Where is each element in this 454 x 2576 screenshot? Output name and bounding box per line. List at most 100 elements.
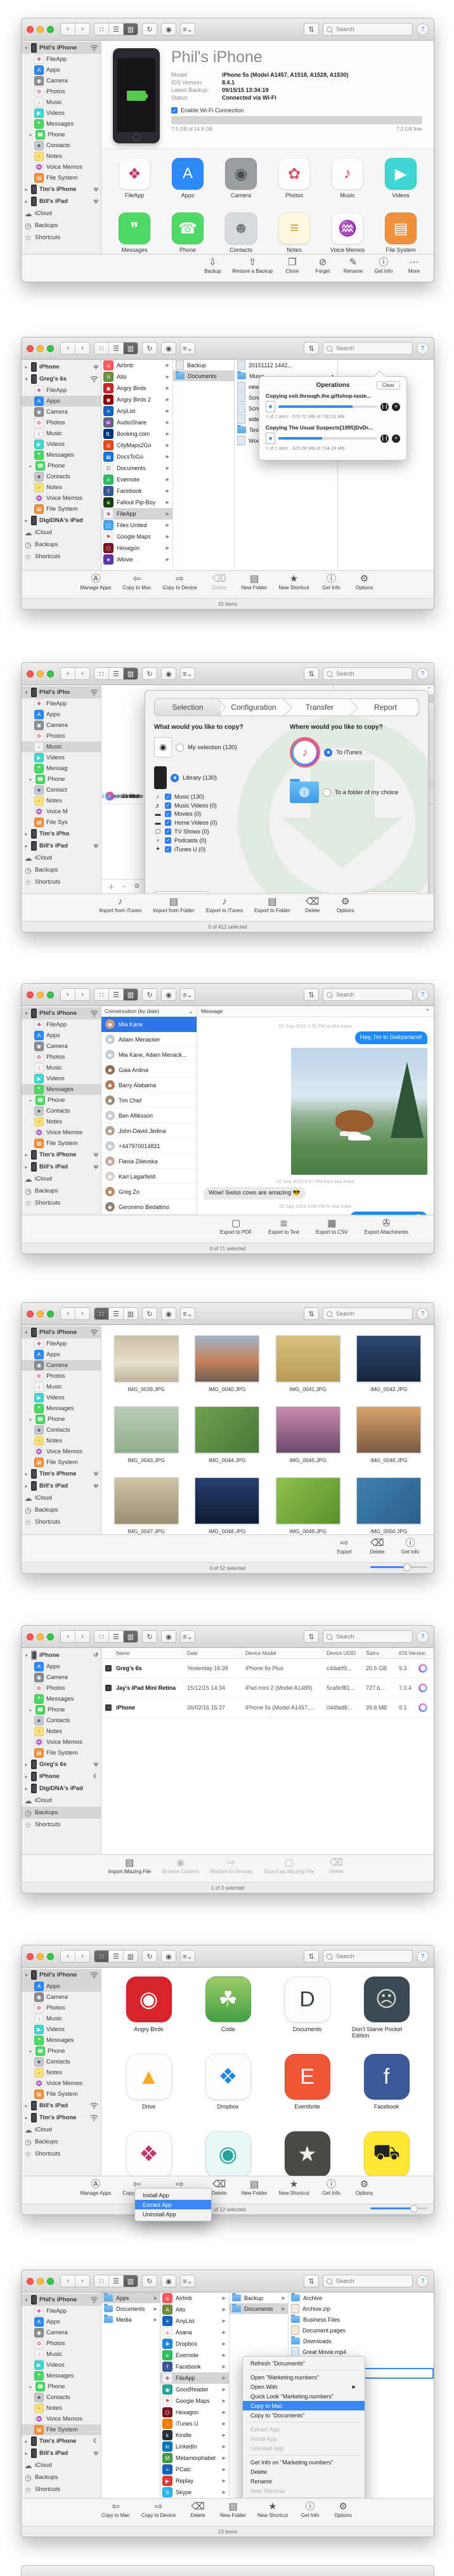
file-row[interactable]: Documents [173, 370, 234, 381]
sidebar-item[interactable]: ☁ iCloud [22, 1173, 101, 1185]
app-grid-tile[interactable]: E Eventbrite [268, 2049, 347, 2126]
sidebar-item[interactable]: ❞ Messages [22, 119, 101, 129]
disclosure-icon[interactable]: ▸ [29, 777, 33, 782]
refresh-button[interactable]: ↻ [143, 23, 157, 35]
help-button[interactable]: ? [417, 23, 429, 36]
search-field[interactable] [323, 23, 413, 36]
photo-cell[interactable]: IMG_0039.JPG [110, 1331, 183, 1402]
app-grid-tile[interactable]: ⛟ Transmit [347, 2126, 426, 2176]
app-grid-tile[interactable]: ❖ Dropbox [188, 2049, 268, 2126]
cancel-button[interactable]: Cancel [154, 891, 209, 893]
sidebar-item[interactable]: ☆ Shortcuts [22, 2148, 101, 2160]
photo-thumbnail[interactable] [114, 1335, 179, 1382]
app-grid-tile[interactable]: ◉ GoodReader [188, 2126, 268, 2176]
sidebar-item[interactable]: ▾ Phil's iPhone [22, 42, 101, 54]
sidebar-item[interactable]: ✿ Photos [22, 1371, 101, 1382]
app-grid-tile[interactable]: ☹ Don't Starve Pocket Edition [347, 1971, 426, 2049]
sidebar-item[interactable]: ▸ Bill's iPad Ψ [22, 840, 101, 852]
minimize-button[interactable] [37, 1633, 44, 1640]
sidebar-item[interactable]: ☻ Contacts [22, 1106, 101, 1116]
wifi-checkbox-row[interactable]: ✓ Enable Wi-Fi Connection [171, 107, 422, 114]
operations-button[interactable]: ⇅ [304, 23, 318, 35]
sidebar-item[interactable]: ▸ Bill's iPad Ψ [22, 1480, 101, 1492]
action-menu-button[interactable]: ≡⌄ [181, 1951, 195, 1962]
app-row[interactable]: ◉ Angry Birds 2 ▶ [101, 394, 172, 405]
window-controls[interactable] [27, 1311, 54, 1317]
my-selection-radio-row[interactable]: ◉ My selection (130) [154, 737, 283, 757]
toolbar-button[interactable]: ≣ Export to Text [268, 1218, 299, 1235]
sidebar-item[interactable]: ☆ Shortcuts [22, 1197, 101, 1209]
toolbar-button[interactable]: ▤ New Folder [242, 2179, 268, 2196]
search-field[interactable] [323, 667, 413, 680]
disclosure-icon[interactable]: ▾ [24, 1973, 29, 1978]
file-row[interactable]: Media ▶ [101, 2314, 160, 2325]
search-input[interactable] [335, 1952, 409, 1960]
disclosure-icon[interactable]: ▸ [24, 365, 29, 370]
sidebar-item[interactable]: ♪ Music [22, 428, 101, 439]
file-row[interactable]: Apps ▶ [101, 2292, 160, 2303]
checkbox-checked[interactable]: ✓ [165, 828, 171, 835]
sidebar-item[interactable]: ▶ Videos [22, 1392, 101, 1403]
minimize-button[interactable] [37, 1953, 44, 1960]
operations-button[interactable]: ⇅ [304, 2275, 318, 2287]
zoom-button[interactable] [47, 26, 54, 33]
sidebar-item[interactable]: ≡ Notes [22, 1726, 101, 1737]
photo-cell[interactable]: IMG_0047.JPG [110, 1474, 183, 1534]
view-col-button[interactable]: ▥ [124, 1631, 138, 1642]
sidebar-item[interactable]: A Apps [22, 1661, 101, 1672]
refresh-button[interactable]: ↻ [143, 343, 157, 354]
help-button[interactable]: ? [417, 1631, 429, 1643]
photo-thumbnail[interactable] [276, 1406, 340, 1453]
operations-button[interactable]: ⇅ [304, 1631, 318, 1642]
sidebar-item[interactable]: ☁ iCloud [22, 1492, 101, 1504]
view-grid-button[interactable]: ∷ [94, 989, 109, 1000]
quicklook-button[interactable]: ◉ [162, 343, 176, 354]
sidebar-item[interactable]: ☆ Shortcuts [22, 1516, 101, 1528]
minimize-button[interactable] [37, 1311, 44, 1317]
sidebar-item[interactable]: ❖ FileApp [22, 698, 101, 709]
sidebar-item[interactable]: ✿ Photos [22, 2338, 101, 2349]
disclosure-icon[interactable]: ▸ [24, 1762, 29, 1767]
sidebar-item[interactable]: ▸ Bill's iPad Ψ [22, 2447, 101, 2459]
app-row[interactable]: in LinkedIn ▶ [160, 2441, 229, 2452]
sidebar-item[interactable]: ▾ Phil's iPhone [22, 2294, 101, 2306]
section-tile[interactable]: ✿ Photos [268, 154, 321, 209]
toolbar-button[interactable]: ★ New Shortcut [278, 2179, 309, 2196]
disclosure-icon[interactable]: ▸ [29, 1098, 33, 1103]
view-grid-button[interactable]: ∷ [94, 1308, 109, 1319]
back-button[interactable]: ‹ [61, 343, 75, 354]
app-row[interactable]: ♪ iTunes U ▶ [160, 2418, 229, 2429]
quicklook-button[interactable]: ◉ [162, 23, 176, 35]
checkbox-checked[interactable]: ✓ [165, 811, 171, 817]
toolbar-button[interactable]: ▢ Export to PDF [220, 1218, 252, 1235]
toolbar-button[interactable]: ⓘ Get Info [399, 1538, 421, 1555]
toolbar-button[interactable]: ✇ Export Attachments [365, 1218, 408, 1235]
menu-item[interactable]: Refresh "Documents" [243, 2358, 365, 2368]
sidebar-item[interactable]: ◉ Camera [22, 720, 101, 731]
app-grid-tile[interactable]: D Documents [268, 1971, 347, 2049]
photo-cell[interactable]: IMG_0040.JPG [191, 1331, 264, 1402]
file-row[interactable]: Downloads [289, 2336, 434, 2346]
photo-cell[interactable]: IMG_0046.JPG [353, 1402, 425, 1474]
sidebar-item[interactable]: ❖ FileApp [22, 2306, 101, 2317]
sidebar-item[interactable]: ▶ Videos [22, 439, 101, 450]
search-input[interactable] [335, 2277, 409, 2285]
photo-thumbnail[interactable] [356, 1335, 421, 1382]
file-row[interactable]: Documents ▶ [230, 2303, 288, 2314]
disclosure-icon[interactable]: ▾ [24, 1653, 29, 1658]
menu-item[interactable]: Copy to Mac [243, 2401, 365, 2410]
checkbox-checked[interactable]: ✓ [171, 107, 178, 114]
sidebar-item[interactable]: ▸ Tim's iPhone Ψ [22, 1149, 101, 1161]
menu-item[interactable]: Delete [243, 2467, 365, 2476]
sidebar-item[interactable]: ◉ Camera [22, 1672, 101, 1683]
view-col-button[interactable]: ▥ [124, 989, 138, 1000]
sidebar-item[interactable]: ◷ Backups [22, 1807, 101, 1819]
column-ios[interactable]: iOS Version [396, 1648, 434, 1658]
disclosure-icon[interactable]: ▸ [24, 2439, 29, 2444]
zoom-button[interactable] [47, 670, 54, 677]
sidebar-item[interactable]: A Apps [22, 2317, 101, 2327]
sidebar-item[interactable]: ◉ Camera [22, 1041, 101, 1052]
window-controls[interactable] [27, 991, 54, 998]
section-tile[interactable]: ☎ Phone [161, 209, 214, 254]
checkbox-checked[interactable]: ✓ [165, 837, 171, 844]
